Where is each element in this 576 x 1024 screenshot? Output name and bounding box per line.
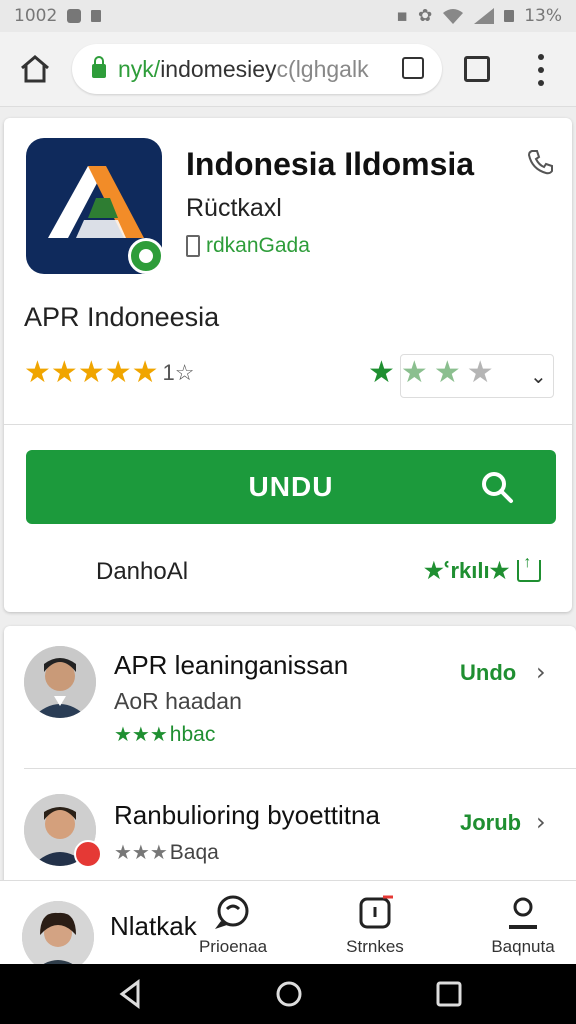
system-navigation-bar bbox=[0, 964, 576, 1024]
rate-app-stars[interactable]: ★ ★ ★ ★ bbox=[368, 358, 494, 388]
list-item-stars: ★★★ bbox=[114, 840, 168, 864]
nav-item[interactable]: Prioenaa bbox=[178, 893, 288, 963]
divider bbox=[24, 768, 576, 769]
divider bbox=[4, 424, 572, 425]
nav-item-label: Baqnuta bbox=[491, 937, 555, 956]
bottom-navigation: Nlatkak Prioenaa Strnkes Baqnuta bbox=[0, 880, 576, 973]
device-compat: rdkanGada bbox=[186, 234, 310, 258]
chevron-right-icon[interactable]: › bbox=[536, 808, 546, 836]
list-item-stars-text: Baqa bbox=[169, 841, 219, 864]
nav-item[interactable]: Baqnuta bbox=[468, 893, 576, 963]
download-link[interactable]: DanhoAl bbox=[96, 558, 188, 586]
device-compat-label: rdkanGada bbox=[206, 234, 310, 257]
recents-icon[interactable] bbox=[434, 979, 464, 1009]
notification-icon-2 bbox=[91, 10, 102, 22]
nav-item-label: Strnkes bbox=[346, 937, 404, 956]
browser-toolbar: nyk/indomesieyc(lghgalk bbox=[0, 32, 576, 107]
signal-icon bbox=[474, 8, 495, 24]
wifi-icon bbox=[443, 9, 464, 24]
home-button-icon[interactable] bbox=[274, 979, 304, 1009]
alarm-icon: ✿ bbox=[417, 6, 433, 26]
rating-text: 1☆ bbox=[162, 360, 195, 385]
person-icon bbox=[509, 897, 537, 929]
address-bar[interactable]: nyk/indomesieyc(lghgalk bbox=[72, 44, 442, 94]
status-time: 1002 bbox=[14, 6, 58, 26]
verified-badge-icon bbox=[128, 238, 164, 274]
reader-mode-icon[interactable] bbox=[402, 57, 424, 79]
url-domain: indomesiey bbox=[160, 55, 277, 82]
list-item-action[interactable]: Jorub bbox=[460, 810, 521, 836]
list-item-stars: ★★★ bbox=[114, 722, 168, 746]
star-icon[interactable]: ★ bbox=[434, 358, 461, 388]
list-item-title: Ranbulioring byoettitna bbox=[114, 800, 380, 830]
star-icon[interactable]: ★ bbox=[467, 358, 494, 388]
list-item-title: APR leaninganissan bbox=[114, 650, 349, 680]
star-icon: ★ bbox=[24, 355, 51, 390]
phone-icon[interactable] bbox=[526, 148, 554, 176]
app-title: Indonesia Ildomsia bbox=[186, 146, 475, 182]
notification-icon bbox=[67, 9, 82, 23]
star-icon: ★ bbox=[77, 355, 105, 390]
list-item-action[interactable]: Undo bbox=[460, 660, 516, 686]
app-name: APR Indoneesia bbox=[24, 302, 220, 332]
url-suffix: c(lghgalk bbox=[276, 55, 369, 82]
list-item-rating: ★★★hbac bbox=[114, 722, 215, 747]
list-item[interactable]: APR leaninganissan AoR haadan ★★★hbac Un… bbox=[4, 626, 576, 769]
list-item-subtitle: AoR haadan bbox=[114, 688, 242, 714]
share-row[interactable]: ★ՙrkılı★ bbox=[424, 554, 542, 584]
avatar bbox=[24, 646, 96, 718]
home-icon[interactable] bbox=[18, 54, 52, 84]
lock-icon bbox=[92, 56, 106, 78]
chevron-right-icon[interactable]: › bbox=[536, 658, 546, 686]
list-item-stars-text: hbac bbox=[169, 723, 216, 746]
dropdown-icon[interactable]: ⌄ bbox=[530, 364, 547, 388]
share-stars: ★ՙrkılı★ bbox=[424, 558, 510, 583]
device-icon bbox=[186, 235, 200, 257]
chat-icon bbox=[215, 895, 249, 929]
install-label: UNDU bbox=[248, 471, 334, 502]
search-icon[interactable] bbox=[480, 470, 514, 504]
user-rating: ★ ★ ★ ★ ★ 1☆ bbox=[24, 358, 195, 388]
avatar bbox=[22, 901, 94, 973]
star-icon[interactable]: ★ bbox=[368, 358, 395, 388]
overflow-menu-icon[interactable] bbox=[535, 54, 547, 86]
publisher-name[interactable]: Rüctkaxl bbox=[186, 194, 282, 223]
notification-badge-icon bbox=[74, 840, 102, 868]
app-card: Indonesia Ildomsia Rüctkaxl rdkanGada AP… bbox=[4, 118, 572, 612]
share-icon[interactable] bbox=[517, 554, 542, 582]
nav-item[interactable]: Strnkes bbox=[320, 893, 430, 963]
status-bar: 1002 ▪ ✿ 13% bbox=[0, 0, 576, 32]
timer-icon bbox=[359, 895, 393, 929]
battery-icon bbox=[504, 10, 515, 22]
tabs-icon[interactable] bbox=[464, 56, 490, 82]
install-button[interactable]: UNDU bbox=[26, 450, 556, 524]
list-item-rating: ★★★Baqa bbox=[114, 840, 219, 865]
back-icon[interactable] bbox=[116, 979, 146, 1009]
url-text[interactable]: nyk/indomesieyc(lghgalk bbox=[118, 56, 369, 83]
vibrate-icon: ▪ bbox=[396, 6, 408, 26]
star-icon: ★ bbox=[50, 355, 78, 390]
nav-item-label: Prioenaa bbox=[198, 937, 268, 956]
url-prefix: nyk/ bbox=[118, 55, 161, 82]
star-icon: ★ bbox=[104, 355, 132, 390]
star-icon: ★ bbox=[131, 355, 159, 390]
star-icon[interactable]: ★ bbox=[401, 358, 428, 388]
battery-percent: 13% bbox=[524, 6, 562, 26]
